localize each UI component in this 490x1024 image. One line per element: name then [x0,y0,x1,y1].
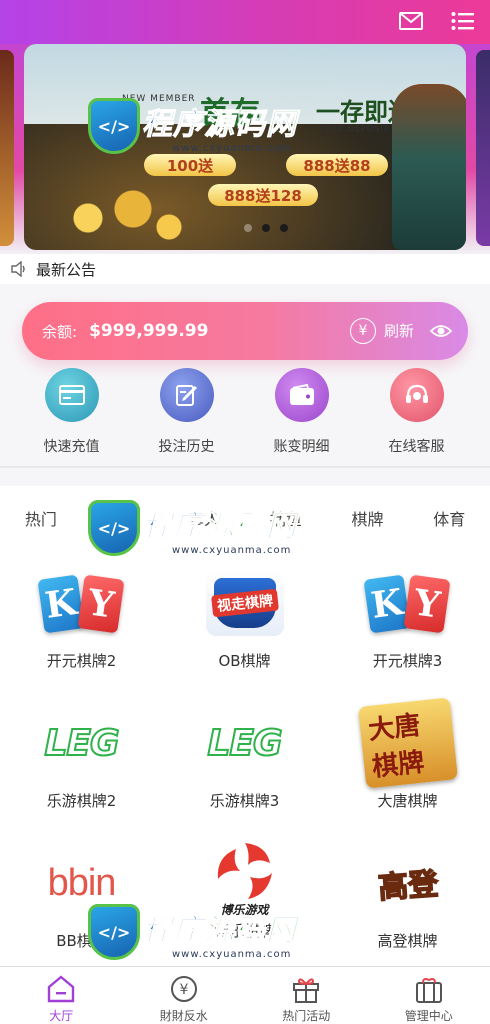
balance-card: 余额: $999,999.99 ¥ 刷新 [22,302,468,360]
banner-carousel[interactable]: NEW MEMBER 首存 一存即送 FREE DEPOSIT BONUS 10… [0,44,490,254]
game-tile[interactable]: LEG 乐游棋牌3 [163,690,326,830]
game-tile[interactable]: 视走棋牌 OB棋牌 [163,550,326,690]
nav-item-management[interactable]: 管理中心 [368,967,490,1024]
banner-new-member: NEW MEMBER [122,94,196,104]
leg-logo-text: LEG [206,722,283,765]
game-grid: KY 开元棋牌2 视走棋牌 OB棋牌 KY 开元棋牌3 LEG 乐游棋牌2 LE… [0,550,490,970]
quick-action-label: 快速充值 [43,439,100,455]
quick-action-label: 在线客服 [388,439,445,455]
game-tile[interactable]: 高登 高登棋牌 [326,830,489,970]
ob-logo: 视走棋牌 [199,568,291,638]
game-name: 高登棋牌 [377,932,438,950]
game-tile[interactable]: KY 开元棋牌3 [326,550,489,690]
tab-hot[interactable]: 热门 [0,506,82,530]
yen-icon: ¥ [166,973,202,1005]
datang-logo-text: 大唐棋牌 [357,697,458,789]
tab-sports[interactable]: 体育 [408,506,490,530]
game-name: OB棋牌 [218,652,271,670]
top-bar [0,0,490,44]
quick-action-label: 投注历史 [158,439,215,455]
banner-bonus-pill: 100送 [144,154,236,176]
game-name: 开元棋牌3 [372,652,443,670]
speaker-icon [11,261,25,277]
bole-logo: 博乐游戏 [199,836,291,920]
tab-chess-cards[interactable]: 棋牌 [327,506,409,530]
nav-label: 热门活动 [282,1009,331,1023]
tab-electronic[interactable]: 电子 [82,506,164,530]
banner-bonus-pill: 888送88 [286,154,388,176]
gaodeng-logo-text: 高登 [376,866,440,907]
datang-logo: 大唐棋牌 [357,697,458,789]
game-name: 大唐棋牌 [377,792,438,810]
carousel-dot-active[interactable] [262,224,270,232]
game-name: 博乐棋牌 [214,922,275,940]
game-name: 乐游棋牌3 [209,792,280,810]
nav-item-lobby[interactable]: 大厅 [0,967,123,1024]
quick-action-customer-service[interactable]: 在线客服 [359,364,474,462]
balance-label: 余额: [42,322,78,341]
yen-icon[interactable]: ¥ [350,318,376,344]
nav-label: 財財反水 [159,1009,208,1023]
game-category-tabs: 热门 电子 真人 捕鱼 棋牌 体育 [0,486,490,550]
nav-item-promotions[interactable]: 热门活动 [245,967,368,1024]
quick-action-account-detail[interactable]: 账变明细 [244,364,359,462]
leg-logo: LEG [199,708,291,778]
banner-next-slide[interactable] [476,50,490,246]
quick-action-recharge[interactable]: 快速充值 [14,364,129,462]
wallet-icon [274,368,329,422]
quick-actions: 快速充值 投注历史 账变明细 在线客服 [0,364,490,462]
game-name: 乐游棋牌2 [46,792,117,810]
balance-amount: $999,999.99 [89,321,209,341]
gift-box-icon [411,973,447,1005]
gold-coins-image [34,164,214,250]
bottom-nav: 大厅 ¥ 財財反水 热门活动 管理中心 [0,966,490,1024]
eye-icon[interactable] [428,318,454,344]
mail-icon[interactable] [396,6,426,36]
nav-label: 管理中心 [404,1009,453,1023]
game-name: 开元棋牌2 [46,652,117,670]
banner-prev-slide[interactable] [0,50,14,246]
gaodeng-logo: 高登 [362,848,454,918]
refresh-button[interactable]: 刷新 [384,320,414,341]
game-tile[interactable]: 博乐游戏 博乐棋牌 [163,830,326,970]
leg-logo-text: LEG [43,722,120,765]
banner-character-image [392,84,466,250]
carousel-dot[interactable] [280,224,288,232]
bbin-logo-text: bbin [47,861,117,904]
carousel-dot[interactable] [244,224,252,232]
announcement-bar[interactable]: 最新公告 [0,254,490,284]
gift-icon [288,973,324,1005]
announcement-text: 最新公告 [36,260,97,279]
edit-icon [159,368,214,422]
leg-logo: LEG [36,708,128,778]
bole-logo-text: 博乐游戏 [220,902,269,917]
ky-logo: KY [36,568,128,638]
banner-bonus-pill: 888送128 [208,184,318,206]
quick-action-label: 账变明细 [273,439,330,455]
game-name: BB棋牌 [56,932,107,950]
section-divider [0,466,490,468]
card-icon [44,368,99,422]
game-tile[interactable]: 大唐棋牌 大唐棋牌 [326,690,489,830]
menu-list-icon[interactable] [448,6,478,36]
bbin-logo: bbin [36,848,128,918]
headset-icon [389,368,444,422]
ky-logo: KY [362,568,454,638]
game-tile[interactable]: bbin BB棋牌 [0,830,163,970]
banner-headline: 首存 [200,96,260,131]
tab-fishing[interactable]: 捕鱼 [245,506,327,530]
game-tile[interactable]: LEG 乐游棋牌2 [0,690,163,830]
svg-text:¥: ¥ [179,982,188,998]
home-icon [43,973,79,1005]
quick-action-bet-history[interactable]: 投注历史 [129,364,244,462]
game-tile[interactable]: KY 开元棋牌2 [0,550,163,690]
nav-label: 大厅 [49,1009,74,1023]
banner-slide[interactable]: NEW MEMBER 首存 一存即送 FREE DEPOSIT BONUS 10… [24,44,466,250]
tab-live[interactable]: 真人 [163,506,245,530]
carousel-dots [244,224,288,232]
nav-item-rebate[interactable]: ¥ 財財反水 [123,967,246,1024]
